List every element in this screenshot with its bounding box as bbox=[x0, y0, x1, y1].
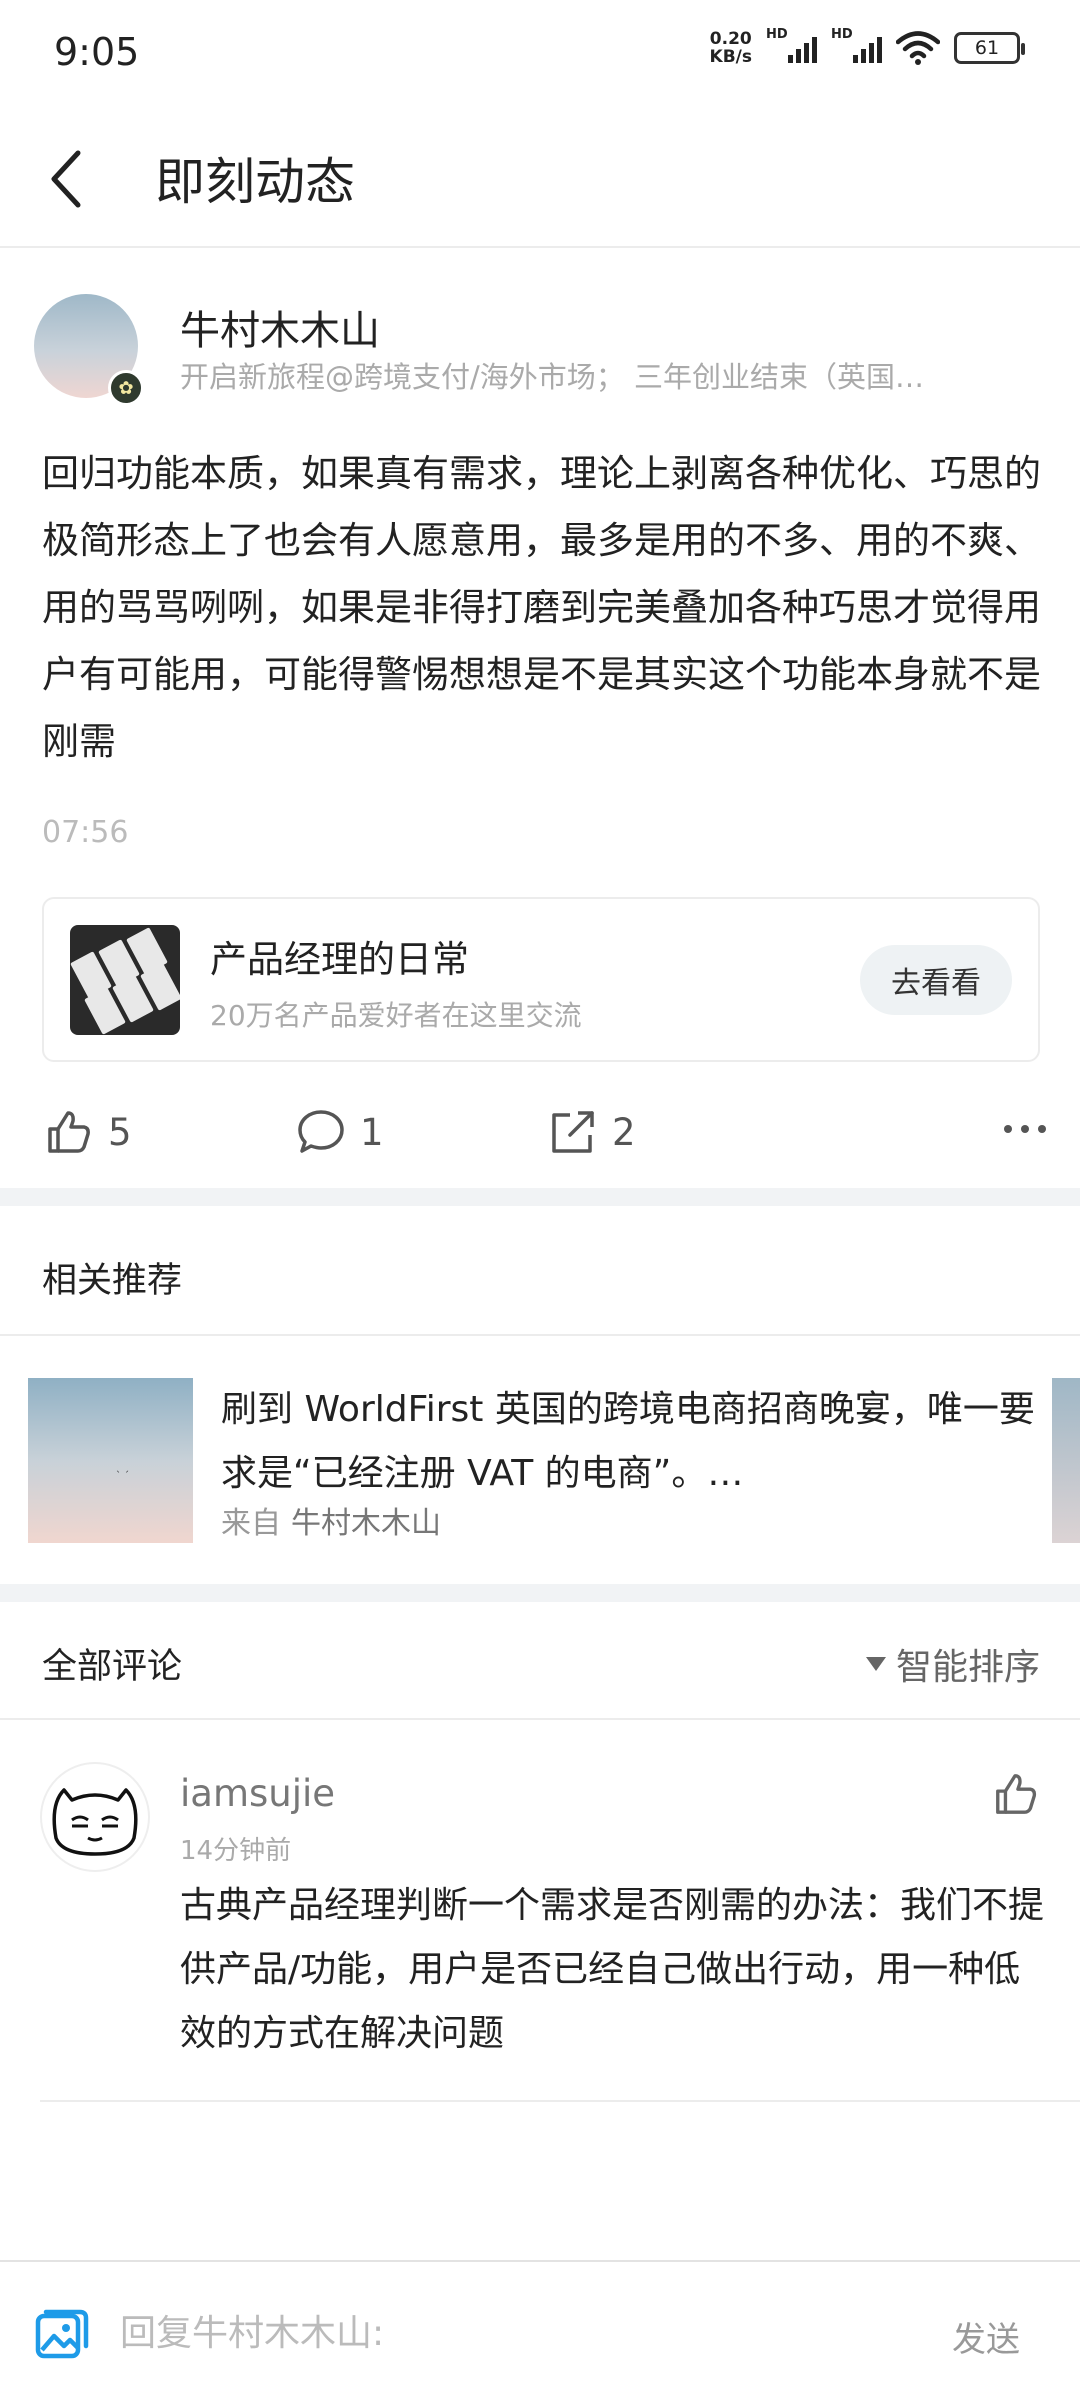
circle-card[interactable]: 产品经理的日常 20万名产品爱好者在这里交流 去看看 bbox=[42, 897, 1040, 1062]
post-time: 07:56 bbox=[42, 815, 129, 850]
post-content: 回归功能本质，如果真有需求，理论上剥离各种优化、巧思的极简形态上了也会有人愿意用… bbox=[42, 452, 1041, 763]
back-button[interactable] bbox=[30, 134, 100, 224]
divider bbox=[40, 2100, 1080, 2102]
battery-icon: 61 bbox=[954, 32, 1025, 64]
divider bbox=[0, 1718, 1080, 1720]
comment-like-button[interactable] bbox=[992, 1770, 1040, 1822]
network-speed: 0.20 KB/s bbox=[709, 29, 752, 67]
circle-thumbnail bbox=[70, 925, 180, 1035]
status-time: 9:05 bbox=[54, 30, 140, 74]
share-icon bbox=[552, 1111, 594, 1153]
page-title: 即刻动态 bbox=[155, 153, 355, 211]
related-item[interactable]: ˎ ˏ 刷到 WorldFirst 英国的跨境电商招商晚宴，唯一要求是“已经注册… bbox=[28, 1378, 1080, 1543]
like-button[interactable]: 5 bbox=[44, 1107, 132, 1157]
author-name[interactable]: 牛村木木山 bbox=[180, 298, 380, 356]
signal-icon: HD bbox=[766, 27, 817, 63]
more-options-button[interactable] bbox=[1004, 1125, 1046, 1133]
comments-title: 全部评论 bbox=[42, 1647, 183, 1687]
send-button[interactable]: 发送 bbox=[952, 2312, 1020, 2361]
divider bbox=[0, 1334, 1080, 1336]
signal-icon: HD bbox=[831, 27, 882, 63]
related-thumbnail: ˎ ˏ bbox=[28, 1378, 193, 1543]
wifi-icon bbox=[896, 31, 940, 65]
circle-description: 20万名产品爱好者在这里交流 bbox=[210, 999, 582, 1032]
section-divider bbox=[0, 1584, 1080, 1602]
badge-icon: ✿ bbox=[108, 370, 144, 406]
image-button[interactable] bbox=[34, 2306, 90, 2366]
status-bar: 9:05 0.20 KB/s HD HD 61 bbox=[0, 0, 1080, 110]
post-actions: 5 1 2 bbox=[0, 1095, 1080, 1175]
status-icons: 0.20 KB/s HD HD 61 bbox=[709, 27, 1025, 67]
visit-circle-button[interactable]: 去看看 bbox=[860, 945, 1012, 1015]
section-divider bbox=[0, 1188, 1080, 1206]
related-title: 相关推荐 bbox=[42, 1261, 183, 1301]
thumbs-up-icon bbox=[48, 1111, 90, 1153]
comment-text: 古典产品经理判断一个需求是否刚需的办法：我们不提供产品/功能，用户是否已经自己做… bbox=[180, 1885, 1045, 2054]
share-button[interactable]: 2 bbox=[548, 1107, 636, 1157]
reply-bar: 发送 bbox=[0, 2260, 1080, 2400]
image-icon bbox=[35, 2309, 89, 2359]
related-item-source: 来自 牛村木木山 bbox=[221, 1506, 441, 1541]
related-item-text: 刷到 WorldFirst 英国的跨境电商招商晚宴，唯一要求是“已经注册 VAT… bbox=[221, 1389, 1035, 1494]
caret-down-icon bbox=[865, 1657, 886, 1671]
comment-icon bbox=[298, 1110, 344, 1153]
reply-input[interactable] bbox=[120, 2298, 900, 2368]
related-next-thumbnail bbox=[1052, 1378, 1080, 1543]
app-bar: 即刻动态 bbox=[0, 110, 1080, 248]
commenter-name[interactable]: iamsujie bbox=[180, 1772, 335, 1815]
sort-button[interactable]: 智能排序 bbox=[865, 1638, 1040, 1690]
comment-button[interactable]: 1 bbox=[296, 1107, 384, 1157]
cat-avatar-icon bbox=[52, 1788, 138, 1856]
thumbs-up-icon bbox=[996, 1774, 1037, 1814]
chevron-left-icon bbox=[51, 150, 81, 208]
commenter-avatar[interactable] bbox=[40, 1762, 150, 1872]
author-bio: 开启新旅程@跨境支付/海外市场； 三年创业结束（英国… bbox=[180, 360, 924, 394]
circle-name: 产品经理的日常 bbox=[210, 938, 469, 981]
comment-time: 14分钟前 bbox=[180, 1836, 292, 1866]
